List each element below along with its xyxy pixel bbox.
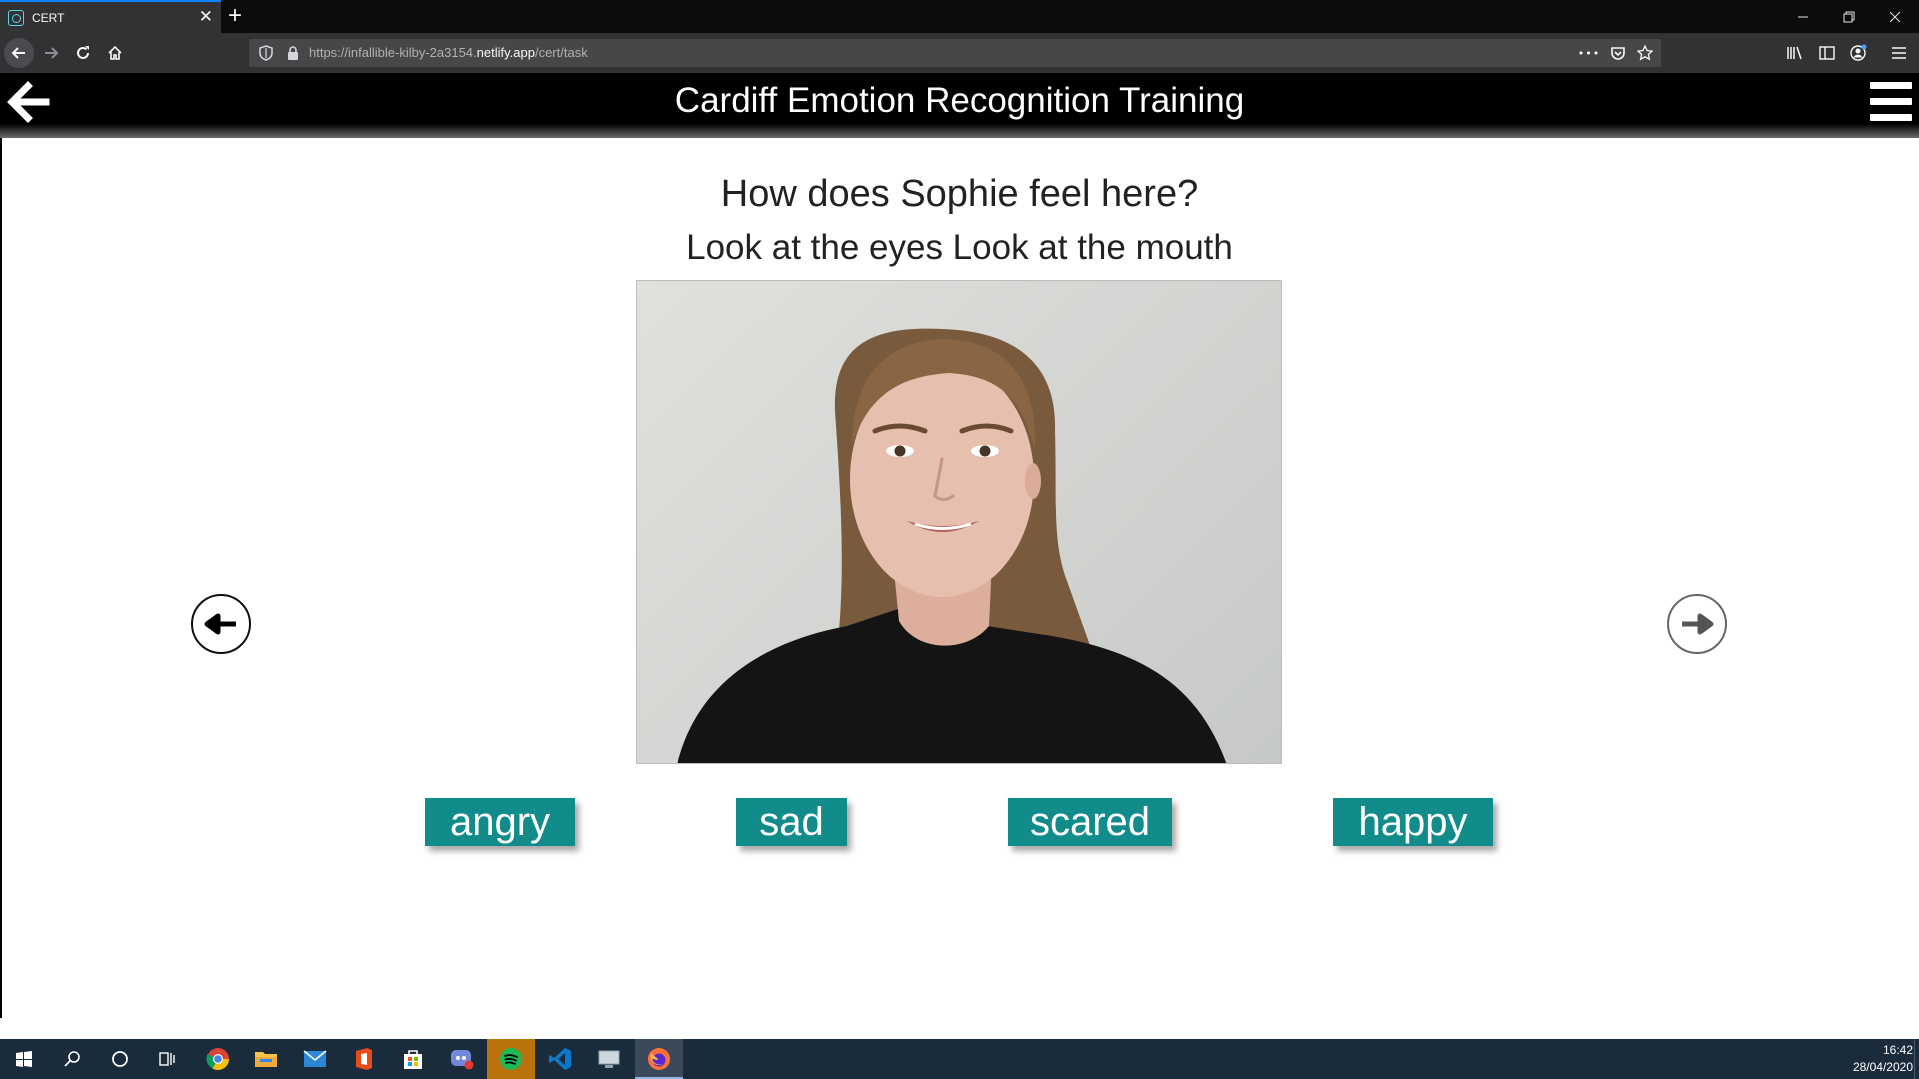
mail-icon [303,1050,327,1067]
app-header: Cardiff Emotion Recognition Training [0,73,1919,138]
task-view-button[interactable] [144,1039,192,1079]
url-path: /cert/task [534,45,588,60]
answer-sad-button[interactable]: sad [736,798,847,846]
system-clock[interactable]: 16:42 28/04/2020 [1853,1042,1913,1076]
browser-forward-button[interactable] [36,38,66,68]
sidebar-toggle-button[interactable] [1812,38,1842,68]
firefox-icon [648,1048,670,1070]
taskbar-spotify-button[interactable] [487,1039,535,1079]
taskbar-remote-desktop-button[interactable] [585,1039,633,1079]
lock-icon[interactable] [285,45,301,61]
question-text: How does Sophie feel here? [720,173,1199,215]
menu-bar-icon [1870,98,1912,105]
store-icon [404,1050,422,1069]
spotify-icon [500,1048,522,1070]
reload-icon [77,46,89,59]
bookmark-star-icon[interactable] [1635,44,1655,62]
chrome-icon [206,1048,229,1070]
app-menu-button[interactable] [1870,82,1912,122]
taskbar-vscode-button[interactable] [536,1039,584,1079]
taskbar-office-button[interactable] [340,1039,388,1079]
tracking-shield-icon[interactable] [257,44,275,62]
file-explorer-icon [255,1052,277,1067]
windows-taskbar: 16:42 28/04/2020 [0,1039,1919,1079]
remote-desktop-icon [598,1050,620,1068]
address-bar[interactable]: https://infallible-kilby-2a3154.netlify.… [249,39,1661,67]
library-icon [1787,46,1802,60]
hamburger-icon [1892,47,1906,59]
clock-time: 16:42 [1882,1043,1913,1057]
next-button[interactable] [1667,594,1727,654]
window-close-button[interactable] [1872,0,1918,33]
new-tab-button[interactable]: + [228,2,242,30]
sidebar-icon [1819,46,1835,60]
taskbar-file-explorer-button[interactable] [242,1039,290,1079]
taskbar-firefox-button[interactable] [635,1039,683,1079]
vscode-icon [549,1048,571,1070]
menu-bar-icon [1870,82,1912,89]
discord-icon [451,1050,474,1070]
office-icon [356,1048,372,1070]
taskbar-discord-button[interactable] [438,1039,486,1079]
search-icon [64,1051,80,1067]
taskbar-store-button[interactable] [389,1039,437,1079]
url-text[interactable]: https://infallible-kilby-2a3154.netlify.… [309,45,588,60]
tab-favicon-icon [8,9,24,26]
close-icon [1889,11,1901,22]
hint-text: Look at the eyes Look at the mouth [686,228,1233,267]
minimize-icon [1798,16,1808,17]
arrow-right-icon [1682,613,1714,635]
window-restore-button[interactable] [1826,0,1872,33]
home-icon [108,45,122,60]
url-prefix: https://infallible-kilby-2a3154. [309,45,477,60]
menu-bar-icon [1870,114,1912,121]
face-photo [636,280,1282,764]
windows-start-button[interactable] [0,1039,48,1079]
previous-button[interactable] [191,594,251,654]
arrow-left-icon [204,613,236,635]
answer-happy-button[interactable]: happy [1333,798,1493,846]
show-desktop-button[interactable] [1914,1039,1919,1079]
pocket-glyph-icon [1611,47,1625,60]
browser-navbar: https://infallible-kilby-2a3154.netlify.… [0,33,1919,73]
answer-scared-button[interactable]: scared [1008,798,1172,846]
browser-tab-strip: CERT ✕ + [0,0,1919,33]
page-actions-menu-icon[interactable]: ••• [1578,44,1599,62]
app-title: Cardiff Emotion Recognition Training [674,81,1245,120]
answer-angry-button[interactable]: angry [425,798,575,846]
arrow-right-icon [45,47,59,59]
account-button[interactable] [1843,38,1873,68]
pocket-icon[interactable] [1608,44,1628,62]
account-icon [1850,44,1867,61]
taskbar-chrome-button[interactable] [194,1039,242,1079]
windows-start-icon [16,1051,32,1067]
taskbar-mail-button[interactable] [291,1039,339,1079]
browser-home-button[interactable] [100,38,130,68]
face-illustration [677,328,1227,763]
library-button[interactable] [1780,38,1810,68]
clock-date: 28/04/2020 [1852,1060,1913,1074]
browser-back-button[interactable] [4,38,34,68]
star-icon [1637,45,1653,61]
cortana-button[interactable] [96,1039,144,1079]
task-view-icon [159,1052,175,1066]
page-left-edge [0,138,2,1018]
taskbar-search-button[interactable] [48,1039,96,1079]
browser-menu-button[interactable] [1884,38,1914,68]
browser-tab[interactable]: CERT ✕ [0,0,221,33]
browser-reload-button[interactable] [68,38,98,68]
cortana-icon [112,1051,128,1067]
tab-close-icon[interactable]: ✕ [199,8,213,26]
window-minimize-button[interactable] [1780,0,1826,33]
arrow-left-icon [11,47,25,59]
url-host: netlify.app [476,45,535,60]
restore-icon [1843,11,1855,22]
tab-title: CERT [32,10,65,25]
